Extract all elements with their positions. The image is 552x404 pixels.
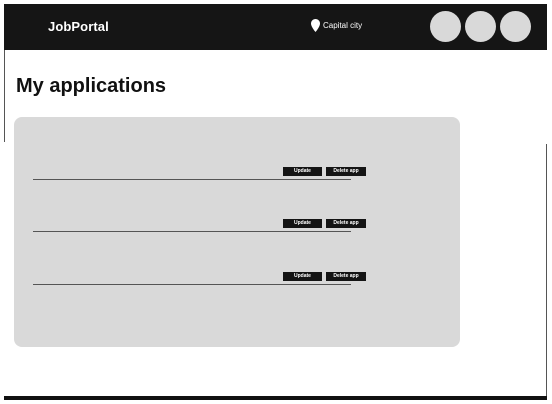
footer-bar: [4, 396, 547, 400]
application-row: Update Delete app: [33, 267, 366, 285]
delete-app-button[interactable]: Delete app: [326, 167, 366, 176]
location-selector[interactable]: Capital city: [311, 19, 362, 32]
right-divider: [546, 144, 547, 400]
update-button[interactable]: Update: [283, 167, 322, 176]
delete-app-button[interactable]: Delete app: [326, 272, 366, 281]
application-row: Update Delete app: [33, 162, 366, 180]
update-button[interactable]: Update: [283, 219, 322, 228]
update-button[interactable]: Update: [283, 272, 322, 281]
app-window: JobPortal Capital city My applications U…: [4, 4, 547, 400]
avatar[interactable]: [500, 11, 531, 42]
row-divider: [33, 231, 351, 232]
map-pin-icon: [311, 19, 320, 32]
left-divider: [4, 50, 5, 142]
delete-app-button[interactable]: Delete app: [326, 219, 366, 228]
row-divider: [33, 179, 351, 180]
applications-panel: Update Delete app Update Delete app Upda…: [14, 117, 460, 347]
page-title: My applications: [16, 75, 167, 97]
row-divider: [33, 284, 351, 285]
location-label: Capital city: [323, 21, 363, 30]
brand-logo[interactable]: JobPortal: [48, 19, 109, 34]
avatar[interactable]: [465, 11, 496, 42]
top-navbar: JobPortal Capital city: [4, 4, 547, 50]
avatar[interactable]: [430, 11, 461, 42]
application-row: Update Delete app: [33, 214, 366, 232]
